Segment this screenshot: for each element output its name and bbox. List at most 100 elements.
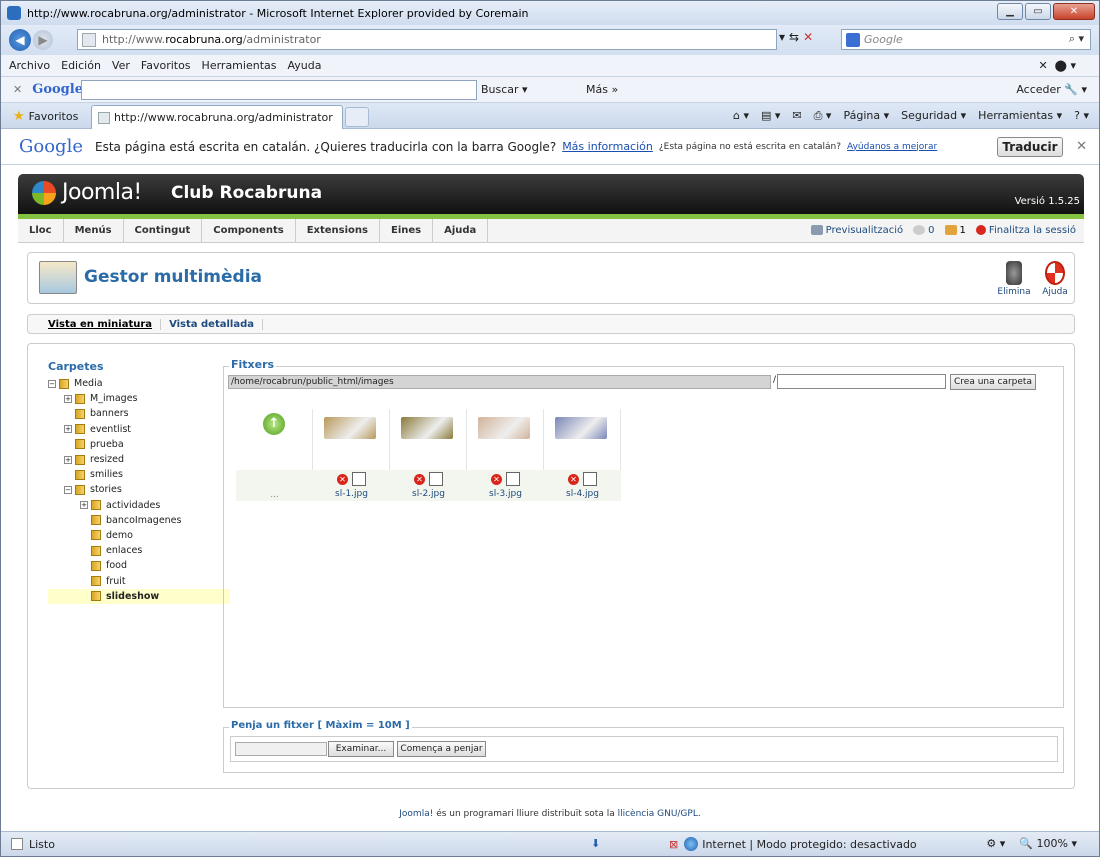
create-folder-button[interactable]: Crea una carpeta — [950, 374, 1036, 390]
help-improve-link[interactable]: Ayúdanos a mejorar — [847, 142, 937, 152]
close-toolbar-icon[interactable]: ✕ — [13, 83, 22, 96]
tree-node-food[interactable]: food — [48, 558, 230, 573]
menu-contingut[interactable]: Contingut — [124, 218, 203, 243]
new-tab-button[interactable] — [345, 107, 369, 127]
expand-icon[interactable]: + — [64, 394, 72, 403]
feeds-icon[interactable]: ▤ ▾ — [761, 109, 780, 123]
dropdown-icon[interactable]: ▾ — [779, 30, 785, 44]
cmd-pagina[interactable]: Página ▾ — [843, 109, 889, 123]
menu-components[interactable]: Components — [202, 218, 296, 243]
protected-mode-icon[interactable]: ⚙ ▾ — [986, 837, 1005, 850]
tree-node-resized[interactable]: + resized — [48, 452, 230, 467]
more-info-link[interactable]: Más información — [562, 140, 653, 153]
collapse-icon[interactable]: − — [48, 379, 56, 388]
maximize-button[interactable]: ▭ — [1025, 3, 1051, 20]
close-translate-icon[interactable]: ✕ — [1076, 139, 1087, 154]
tree-node-eventlist[interactable]: + eventlist — [48, 422, 230, 437]
menu-menus[interactable]: Menús — [64, 218, 124, 243]
forward-button[interactable]: ▶ — [33, 30, 53, 50]
file-name[interactable]: sl-2.jpg — [390, 489, 467, 499]
security-zone[interactable]: ⊠ Internet | Modo protegido: desactivado — [669, 837, 917, 851]
download-icon[interactable]: ⬇ — [591, 837, 600, 850]
file-thumbnail[interactable] — [324, 417, 376, 439]
tree-node-enlaces[interactable]: enlaces — [48, 543, 230, 558]
favoritos-button[interactable]: ★ Favoritos — [13, 109, 78, 124]
tree-node-actividades[interactable]: + actividades — [48, 498, 230, 513]
tree-node-fruit[interactable]: fruit — [48, 573, 230, 588]
buscar-button[interactable]: Buscar ▾ — [481, 83, 528, 96]
tree-node-bancoimagenes[interactable]: bancoImagenes — [48, 513, 230, 528]
tree-node-m-images[interactable]: + M_images — [48, 391, 230, 406]
mail-icon[interactable]: ✉ — [792, 109, 801, 123]
messages-link[interactable]: 0 — [913, 225, 935, 236]
menu-ayuda[interactable]: Ayuda — [287, 59, 321, 72]
file-item[interactable]: ✕ sl-1.jpg — [313, 409, 390, 501]
traducir-button[interactable]: Traducir — [997, 137, 1063, 157]
expand-icon[interactable]: + — [64, 425, 72, 434]
home-icon[interactable]: ⌂ ▾ — [733, 109, 749, 123]
tree-node-prueba[interactable]: prueba — [48, 437, 230, 452]
file-thumbnail[interactable] — [401, 417, 453, 439]
tree-node-stories[interactable]: − stories — [48, 482, 230, 497]
menu-ajuda[interactable]: Ajuda — [433, 218, 489, 243]
browse-button[interactable]: Examinar... — [328, 741, 394, 757]
tree-node-banners[interactable]: banners — [48, 406, 230, 421]
delete-file-icon[interactable]: ✕ — [414, 474, 425, 485]
cmd-seguridad[interactable]: Seguridad ▾ — [901, 109, 966, 123]
minimize-button[interactable]: ▁ — [997, 3, 1023, 20]
license-link[interactable]: llicència GNU/GPL — [618, 809, 698, 819]
help-icon[interactable]: ? ▾ — [1074, 109, 1089, 123]
menu-favoritos[interactable]: Favoritos — [141, 59, 191, 72]
folder-up-cell[interactable]: ↑ ... — [236, 409, 313, 501]
file-thumbnail[interactable] — [555, 417, 607, 439]
cmd-herramientas[interactable]: Herramientas ▾ — [978, 109, 1062, 123]
delete-file-icon[interactable]: ✕ — [337, 474, 348, 485]
file-checkbox[interactable] — [506, 472, 520, 486]
tree-node-demo[interactable]: demo — [48, 528, 230, 543]
file-item[interactable]: ✕ sl-2.jpg — [390, 409, 467, 501]
preview-link[interactable]: Previsualització — [810, 225, 903, 236]
file-checkbox[interactable] — [429, 472, 443, 486]
magnifier-icon[interactable]: ⌕ ▾ — [1069, 32, 1084, 46]
folder-up-icon[interactable]: ↑ — [263, 413, 285, 435]
file-checkbox[interactable] — [583, 472, 597, 486]
file-name[interactable]: sl-4.jpg — [544, 489, 621, 499]
file-name[interactable]: sl-1.jpg — [313, 489, 390, 499]
search-input[interactable]: Google ⌕ ▾ — [841, 29, 1091, 50]
menu-extensions[interactable]: Extensions — [296, 218, 380, 243]
delete-file-icon[interactable]: ✕ — [568, 474, 579, 485]
expand-icon[interactable]: + — [80, 501, 88, 510]
menubar-tools-icons[interactable]: ✕ ⬤ ▾ — [1038, 59, 1076, 72]
menu-eines[interactable]: Eines — [380, 218, 434, 243]
tree-node-smilies[interactable]: smilies — [48, 467, 230, 482]
back-button[interactable]: ◀ — [9, 29, 31, 51]
refresh-icon[interactable]: ⇆ — [789, 30, 799, 44]
logout-link[interactable]: Finalitza la sessió — [975, 225, 1076, 236]
tree-node-media[interactable]: − Media — [48, 376, 230, 391]
tab-detail-view[interactable]: Vista detallada — [161, 318, 263, 330]
joomla-link[interactable]: Joomla! — [399, 809, 433, 819]
expand-icon[interactable]: + — [64, 455, 72, 464]
active-tab[interactable]: http://www.rocabruna.org/administrator — [91, 105, 343, 129]
start-upload-button[interactable]: Comença a penjar — [397, 741, 486, 757]
menu-herramientas[interactable]: Herramientas — [202, 59, 277, 72]
upload-file-input[interactable] — [235, 742, 327, 756]
acceder-button[interactable]: Acceder 🔧 ▾ — [1016, 83, 1087, 96]
tree-node-slideshow[interactable]: slideshow — [48, 588, 230, 604]
close-button[interactable]: ✕ — [1053, 3, 1095, 20]
file-name[interactable]: sl-3.jpg — [467, 489, 544, 499]
file-thumbnail[interactable] — [478, 417, 530, 439]
zoom-control[interactable]: ⚙ ▾ 🔍 100% ▾ — [986, 837, 1077, 850]
collapse-icon[interactable]: − — [64, 485, 72, 494]
address-bar[interactable]: http://www. rocabruna.org/administrator — [77, 29, 777, 50]
menu-edicion[interactable]: Edición — [61, 59, 101, 72]
menu-archivo[interactable]: Archivo — [9, 59, 50, 72]
tab-thumbnail-view[interactable]: Vista en miniatura — [40, 318, 162, 330]
file-item[interactable]: ✕ sl-3.jpg — [467, 409, 544, 501]
google-search-input[interactable] — [81, 80, 477, 100]
print-icon[interactable]: ⎙ ▾ — [814, 109, 832, 123]
menu-ver[interactable]: Ver — [112, 59, 130, 72]
help-button[interactable]: Ajuda — [1035, 261, 1075, 297]
delete-button[interactable]: Elimina — [994, 261, 1034, 297]
file-checkbox[interactable] — [352, 472, 366, 486]
